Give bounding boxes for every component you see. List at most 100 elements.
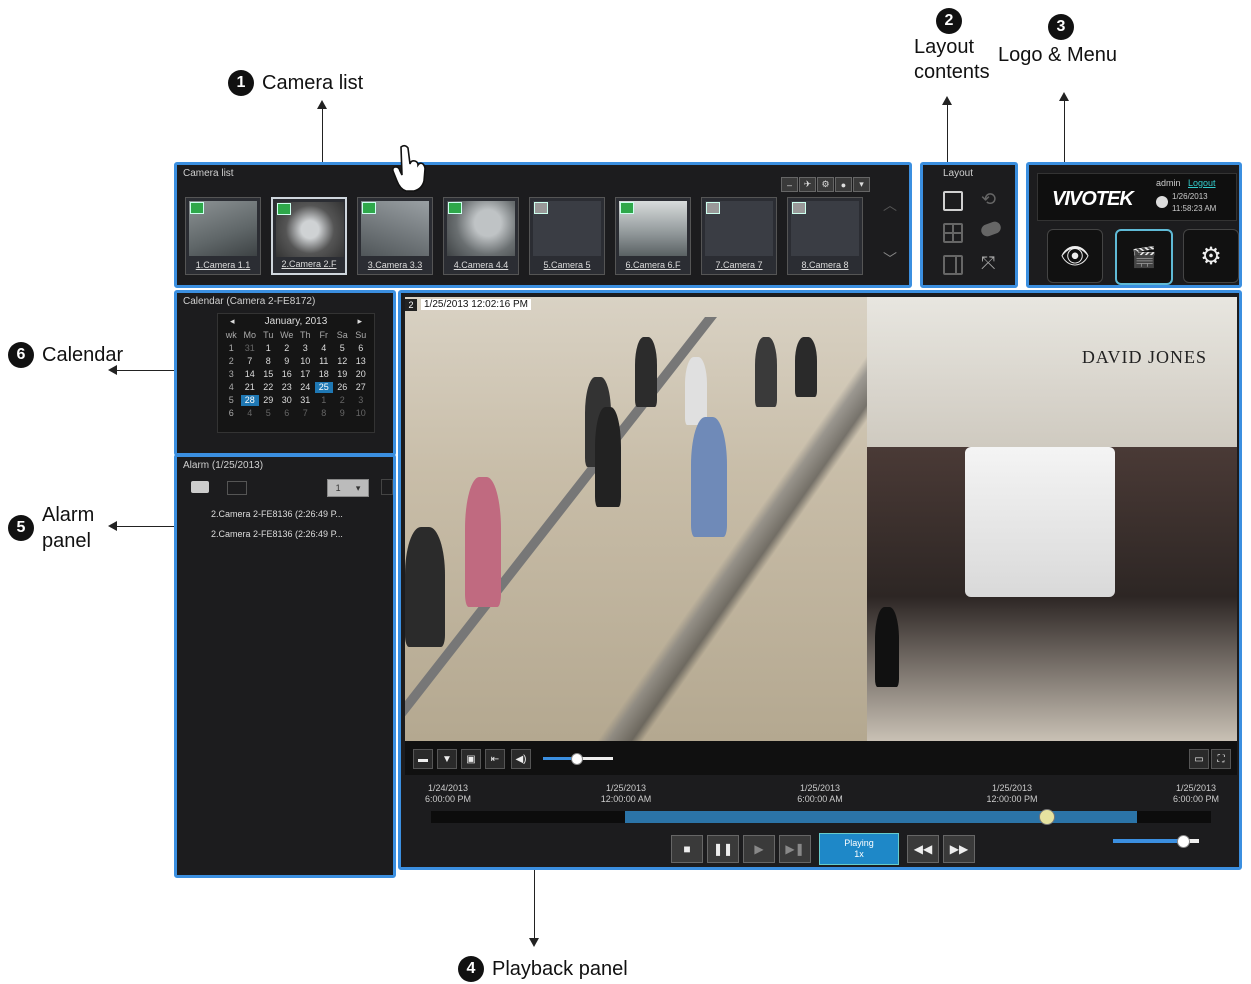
calendar-day[interactable]: 6: [278, 408, 297, 419]
calendar-day[interactable]: 7: [241, 356, 260, 367]
calendar-day[interactable]: 20: [352, 369, 371, 380]
calendar-day[interactable]: 3: [352, 395, 371, 406]
camera-thumbnail[interactable]: 6.Camera 6.F: [615, 197, 691, 275]
export-button[interactable]: ⇤: [485, 749, 505, 769]
camera-thumbnail[interactable]: 4.Camera 4.4: [443, 197, 519, 275]
volume-slider-knob[interactable]: [571, 753, 583, 765]
camera-thumbnail[interactable]: 8.Camera 8: [787, 197, 863, 275]
folder-button[interactable]: ▬: [413, 749, 433, 769]
layout-split-icon[interactable]: [943, 255, 963, 275]
calendar-day[interactable]: 10: [296, 356, 315, 367]
layout-single-icon[interactable]: [943, 191, 963, 211]
alarm-grid-icon[interactable]: [227, 481, 247, 495]
scroll-down-icon[interactable]: ﹀: [883, 249, 897, 269]
aspect-ratio-button[interactable]: ▭: [1189, 749, 1209, 769]
camera-label[interactable]: 8.Camera 8: [790, 258, 860, 272]
camera-thumbnail[interactable]: 3.Camera 3.3: [357, 197, 433, 275]
calendar-day[interactable]: 13: [352, 356, 371, 367]
logout-link[interactable]: Logout: [1188, 178, 1216, 188]
calendar-day[interactable]: 9: [278, 356, 297, 367]
layout-fullscreen-icon[interactable]: ⤧: [981, 253, 995, 274]
calendar-day[interactable]: 22: [259, 382, 278, 393]
fast-forward-button[interactable]: ▶▶: [943, 835, 975, 863]
calendar-day[interactable]: 23: [278, 382, 297, 393]
camera-label[interactable]: 5.Camera 5: [532, 258, 602, 272]
camera-thumbnail[interactable]: 7.Camera 7: [701, 197, 777, 275]
filter-button[interactable]: ▼: [437, 749, 457, 769]
alarm-filter-dropdown[interactable]: 1 ▾: [327, 479, 369, 497]
calendar-day[interactable]: 14: [241, 369, 260, 380]
calendar-day[interactable]: 24: [296, 382, 315, 393]
layout-quad-icon[interactable]: [943, 223, 963, 243]
camera-list-settings-button[interactable]: ⚙: [817, 177, 834, 192]
calendar-day[interactable]: 1: [315, 395, 334, 406]
calendar-day[interactable]: 4: [315, 343, 334, 354]
camera-label[interactable]: 7.Camera 7: [704, 258, 774, 272]
calendar-day[interactable]: 5: [333, 343, 352, 354]
camera-label[interactable]: 1.Camera 1.1: [188, 258, 258, 272]
calendar-day[interactable]: 31: [241, 343, 260, 354]
snapshot-button[interactable]: ▣: [461, 749, 481, 769]
calendar-day[interactable]: 19: [333, 369, 352, 380]
timeline-track[interactable]: [431, 809, 1211, 825]
camera-thumbnail[interactable]: 5.Camera 5: [529, 197, 605, 275]
calendar-day[interactable]: 2: [278, 343, 297, 354]
stop-button[interactable]: ■: [671, 835, 703, 863]
calendar-day[interactable]: 25: [314, 382, 333, 393]
camera-list-pin-button[interactable]: ✈: [799, 177, 816, 192]
calendar-day[interactable]: 9: [333, 408, 352, 419]
timeline-playhead[interactable]: [1039, 809, 1055, 825]
next-frame-button[interactable]: ▶❚: [779, 835, 811, 863]
calendar-day[interactable]: 7: [296, 408, 315, 419]
calendar-day[interactable]: 30: [278, 395, 297, 406]
camera-list-filter-button[interactable]: ▾: [853, 177, 870, 192]
calendar-day[interactable]: 26: [333, 382, 352, 393]
calendar-day[interactable]: 6: [352, 343, 371, 354]
camera-label[interactable]: 6.Camera 6.F: [618, 258, 688, 272]
speed-slider[interactable]: [1113, 835, 1199, 848]
calendar-day[interactable]: 11: [315, 356, 334, 367]
speed-slider-knob[interactable]: [1177, 835, 1190, 848]
calendar-day[interactable]: 8: [315, 408, 334, 419]
calendar-day[interactable]: 4: [241, 408, 260, 419]
calendar-day[interactable]: 15: [259, 369, 278, 380]
calendar-day[interactable]: 10: [352, 408, 371, 419]
layout-cloud-icon[interactable]: [979, 219, 1003, 239]
play-button[interactable]: ▶: [743, 835, 775, 863]
calendar-day[interactable]: 5: [259, 408, 278, 419]
fullscreen-button[interactable]: ⛶: [1211, 749, 1231, 769]
alarm-list-icon[interactable]: [191, 481, 209, 493]
rewind-button[interactable]: ◀◀: [907, 835, 939, 863]
alarm-export-icon[interactable]: [381, 479, 393, 495]
alarm-item[interactable]: 2.Camera 2-FE8136 (2:26:49 P...: [211, 529, 343, 539]
camera-list-lock-button[interactable]: ●: [835, 177, 852, 192]
calendar-day[interactable]: 3: [296, 343, 315, 354]
settings-button[interactable]: ⚙: [1183, 229, 1239, 283]
video-view[interactable]: DAVID JONES 2 1/25/2013 12:02:16 PM: [405, 297, 1237, 741]
playback-speed-display[interactable]: Playing 1x: [819, 833, 899, 865]
calendar-day[interactable]: 27: [352, 382, 371, 393]
camera-thumbnail[interactable]: 2.Camera 2.F: [271, 197, 347, 275]
volume-slider[interactable]: [543, 753, 613, 765]
calendar-day[interactable]: 2: [333, 395, 352, 406]
calendar-day[interactable]: 28: [240, 395, 259, 406]
calendar-day[interactable]: 31: [296, 395, 315, 406]
camera-thumbnail[interactable]: 1.Camera 1.1: [185, 197, 261, 275]
playback-button[interactable]: 🎬: [1115, 229, 1173, 285]
scroll-up-icon[interactable]: ︿: [883, 195, 897, 215]
calendar-day[interactable]: 8: [259, 356, 278, 367]
calendar-day[interactable]: 21: [241, 382, 260, 393]
camera-label[interactable]: 2.Camera 2.F: [275, 257, 343, 271]
alarm-item[interactable]: 2.Camera 2-FE8136 (2:26:49 P...: [211, 509, 343, 519]
calendar-day[interactable]: 29: [259, 395, 278, 406]
calendar-day[interactable]: 1: [259, 343, 278, 354]
calendar-day[interactable]: 18: [315, 369, 334, 380]
camera-list-minimize-button[interactable]: –: [781, 177, 798, 192]
layout-rotate-icon[interactable]: ⟲: [981, 189, 996, 210]
camera-label[interactable]: 4.Camera 4.4: [446, 258, 516, 272]
calendar-day[interactable]: 12: [333, 356, 352, 367]
volume-button[interactable]: ◀): [511, 749, 531, 769]
calendar-day[interactable]: 16: [278, 369, 297, 380]
next-month-button[interactable]: ▸: [357, 316, 362, 327]
pause-button[interactable]: ❚❚: [707, 835, 739, 863]
